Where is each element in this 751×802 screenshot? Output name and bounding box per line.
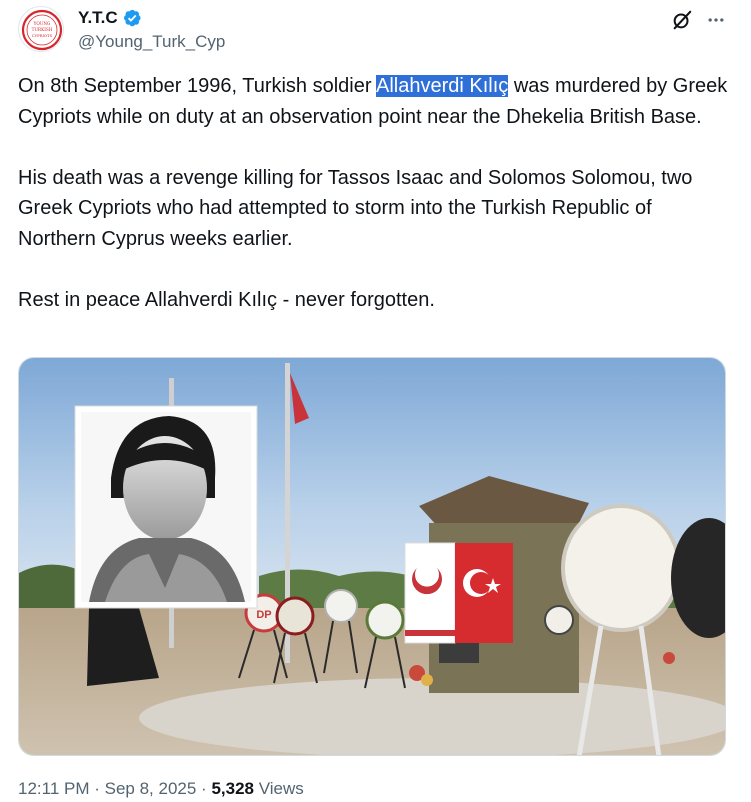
tweet-meta: 12:11 PM · Sep 8, 2025 · 5,328 Views: [18, 779, 304, 799]
grok-icon: [673, 10, 692, 30]
grok-button[interactable]: [668, 6, 696, 34]
meta-separator: ·: [89, 779, 105, 798]
author-display-name[interactable]: Y.T.C: [78, 8, 118, 28]
svg-text:YOUNG: YOUNG: [33, 21, 51, 26]
tweet-paragraph-2: His death was a revenge killing for Tass…: [18, 166, 693, 250]
more-options-button[interactable]: [702, 6, 730, 34]
text-segment: On 8th September 1996, Turkish soldier: [18, 75, 376, 97]
svg-text:CYPRIOTS: CYPRIOTS: [32, 33, 53, 38]
views-count: 5,328: [211, 779, 254, 798]
author-avatar[interactable]: YOUNG TURKISH CYPRIOTS: [18, 6, 64, 52]
verified-badge-icon: [123, 9, 141, 27]
wreath-dp-label: DP: [256, 609, 271, 621]
more-icon: [708, 18, 724, 22]
tweet-card: YOUNG TURKISH CYPRIOTS Y.T.C @Young_Turk…: [0, 0, 751, 802]
avatar-logo: YOUNG TURKISH CYPRIOTS: [21, 9, 63, 51]
tweet-paragraph-1: On 8th September 1996, Turkish soldier A…: [18, 71, 730, 132]
tweet-photo[interactable]: DP: [18, 357, 726, 756]
tweet-date: Sep 8, 2025: [104, 779, 197, 798]
author-name-row: Y.T.C: [78, 8, 142, 28]
memorial-photo: DP: [19, 358, 725, 755]
tweet-time: 12:11 PM: [18, 779, 90, 798]
views-label: Views: [258, 779, 304, 798]
tweet-time-link[interactable]: 12:11 PM · Sep 8, 2025: [18, 779, 196, 798]
highlighted-name[interactable]: Allahverdi Kılıç: [375, 75, 509, 97]
svg-text:TURKISH: TURKISH: [32, 27, 53, 32]
meta-separator: ·: [196, 779, 212, 798]
tweet-text: On 8th September 1996, Turkish soldier A…: [18, 71, 730, 315]
tweet-paragraph-3: Rest in peace Allahverdi Kılıç - never f…: [18, 288, 435, 311]
author-handle[interactable]: @Young_Turk_Cyp: [78, 32, 225, 52]
